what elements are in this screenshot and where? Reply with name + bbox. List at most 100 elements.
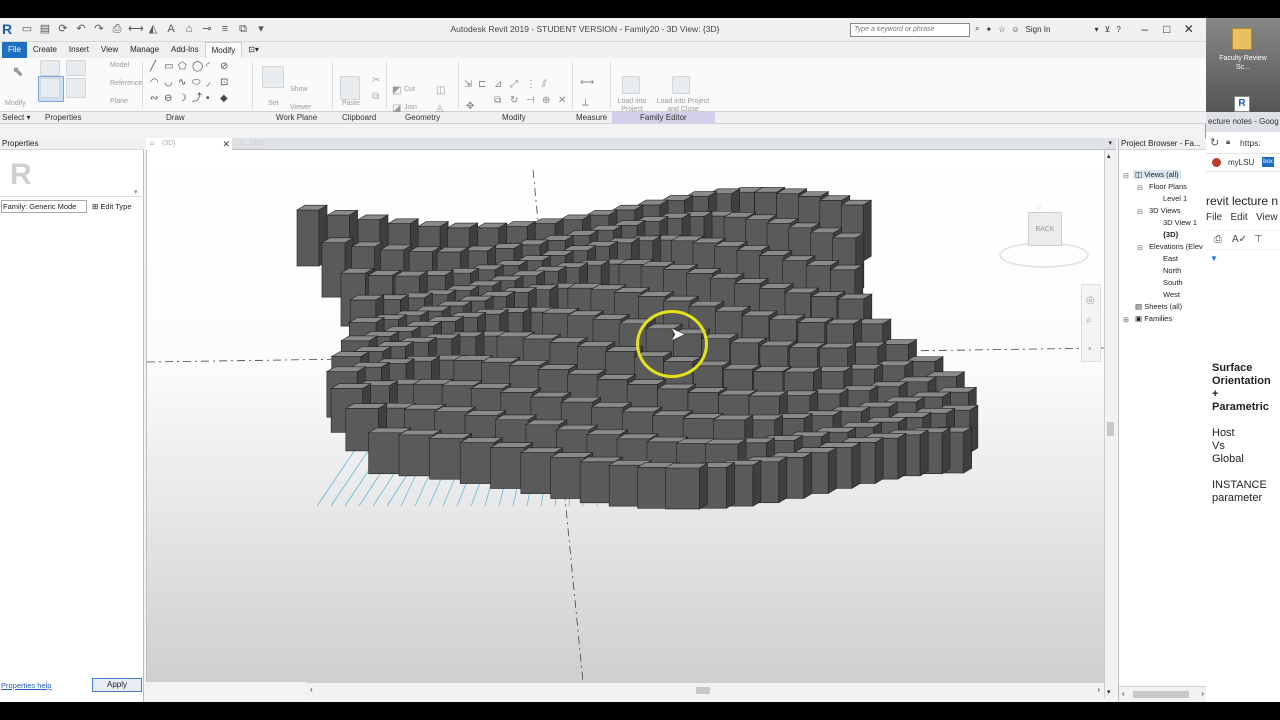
- circle-tool-icon[interactable]: ◯: [192, 62, 203, 72]
- subscription-icon[interactable]: ✦: [985, 25, 992, 34]
- arc3-tool-icon[interactable]: ◡: [164, 78, 173, 88]
- nav-dropdown-icon[interactable]: ▾: [1088, 345, 1092, 353]
- arc-tool-icon[interactable]: ◜: [206, 62, 210, 72]
- expand-views-icon[interactable]: ⊟: [1123, 172, 1129, 180]
- type-properties-button[interactable]: [40, 78, 60, 98]
- node-level-1[interactable]: Level 1: [1163, 194, 1187, 203]
- doc-menu-file[interactable]: File: [1206, 212, 1222, 223]
- revit-logo-icon[interactable]: R: [2, 21, 14, 37]
- reference-line-label[interactable]: Reference: [110, 80, 142, 87]
- scroll-right-icon[interactable]: ›: [1201, 689, 1204, 698]
- edit-type-button[interactable]: ⊞ Edit Type: [92, 200, 132, 213]
- thin-lines-icon[interactable]: ≡: [218, 23, 232, 36]
- paste-label[interactable]: Paste: [342, 100, 360, 107]
- section-icon[interactable]: ⊸: [200, 23, 214, 36]
- split-icon[interactable]: ⫽: [542, 80, 546, 90]
- node-south[interactable]: South: [1163, 278, 1183, 287]
- pin-icon[interactable]: ⊕: [542, 96, 550, 106]
- pick-line-icon[interactable]: ⊘: [220, 62, 228, 72]
- scroll-thumb[interactable]: [1107, 422, 1114, 436]
- node-3d-view-1[interactable]: 3D View 1: [1163, 218, 1197, 227]
- set-work-plane-button[interactable]: [262, 66, 284, 88]
- tab-3d-view-2[interactable]: ⌂ {3D}: [234, 138, 294, 150]
- spline-tool-icon[interactable]: ∿: [178, 78, 186, 88]
- undo-icon[interactable]: ↶: [74, 23, 88, 36]
- scroll-thumb[interactable]: [696, 687, 710, 694]
- fillet-tool-icon[interactable]: ◞: [206, 78, 210, 88]
- tab-modify[interactable]: Modify: [204, 42, 243, 58]
- cut-label[interactable]: Cut: [404, 86, 415, 93]
- viewcube-home-icon[interactable]: ⌂: [1037, 204, 1041, 211]
- pick-lines-icon[interactable]: ⤴: [192, 94, 202, 104]
- properties-help-link[interactable]: Properties help: [1, 681, 51, 690]
- help-search-input[interactable]: Type a keyword or phrase: [850, 23, 970, 37]
- tag-icon[interactable]: ◭: [146, 23, 160, 36]
- node-elevations[interactable]: Elevations (Elev: [1149, 242, 1203, 251]
- tab-add-ins[interactable]: Add-Ins: [165, 42, 205, 58]
- align-icon[interactable]: ⇲: [464, 80, 472, 90]
- split-face-icon[interactable]: ◫: [436, 86, 445, 96]
- node-3d-views[interactable]: 3D Views: [1149, 206, 1181, 215]
- rotate-icon[interactable]: ↻: [510, 96, 518, 106]
- expand-floor-plans-icon[interactable]: ⊟: [1137, 184, 1143, 192]
- 3d-view-canvas[interactable]: BACK ⌂ ◎ ⌕ ▾: [146, 150, 1104, 682]
- set-label[interactable]: Set: [268, 100, 279, 107]
- user-icon[interactable]: ☺: [1011, 25, 1019, 34]
- polygon-tool-icon[interactable]: ⬠: [178, 62, 187, 72]
- tab-create[interactable]: Create: [27, 42, 63, 58]
- open-icon[interactable]: ▭: [20, 23, 34, 36]
- 3d-view-icon[interactable]: ⌂: [182, 23, 196, 36]
- model-line-label[interactable]: Model: [110, 62, 129, 69]
- node-views-all[interactable]: ◫ Views (all): [1133, 170, 1181, 179]
- rectangle-tool-icon[interactable]: ▭: [164, 62, 173, 72]
- chrome-tab[interactable]: ecture notes - Goog: [1208, 117, 1279, 126]
- category-button[interactable]: [66, 60, 86, 76]
- scroll-thumb[interactable]: [1133, 691, 1189, 698]
- copy-clip-icon[interactable]: ⧉: [372, 92, 379, 102]
- mirror-axis-icon[interactable]: ⊿: [494, 80, 502, 90]
- node-north[interactable]: North: [1163, 266, 1181, 275]
- node-sheets[interactable]: ▤ Sheets (all): [1135, 302, 1182, 311]
- type-selector-dropdown-icon[interactable]: ▾: [134, 188, 138, 196]
- sign-in-link[interactable]: Sign In: [1026, 25, 1051, 34]
- url-text[interactable]: https:: [1240, 138, 1261, 148]
- properties-button[interactable]: [66, 78, 86, 98]
- model-geometry[interactable]: [147, 150, 1104, 682]
- arc2-tool-icon[interactable]: ◠: [150, 78, 159, 88]
- revit-file-icon[interactable]: R: [1234, 96, 1250, 112]
- measure-tool-icon[interactable]: ⟷: [580, 78, 594, 88]
- pick-face-icon[interactable]: ⊡: [220, 78, 228, 88]
- trim-icon[interactable]: ⊣: [526, 96, 535, 106]
- node-west[interactable]: West: [1163, 290, 1180, 299]
- cart-icon[interactable]: ⊻: [1104, 25, 1110, 34]
- modify-cursor-icon[interactable]: ⬉: [12, 64, 24, 78]
- binoculars-icon[interactable]: ⌕: [975, 24, 979, 34]
- tab-3d-view[interactable]: ⌂ {3D} ✕: [146, 138, 232, 150]
- ribbon-toggle-icon[interactable]: ⊡▾: [242, 42, 265, 58]
- tab-view[interactable]: View: [95, 42, 124, 58]
- scroll-right-icon[interactable]: ›: [1097, 685, 1100, 694]
- load-into-project-close-button[interactable]: [672, 76, 690, 94]
- minimize-icon[interactable]: –: [1137, 22, 1153, 36]
- node-floor-plans[interactable]: Floor Plans: [1149, 182, 1187, 191]
- folder-icon[interactable]: [1232, 28, 1252, 50]
- box-icon[interactable]: box: [1262, 157, 1274, 167]
- point-tool-icon[interactable]: •: [206, 94, 210, 104]
- sign-in-dropdown-icon[interactable]: ▾: [1094, 25, 1098, 34]
- print-icon[interactable]: ⎙: [110, 23, 124, 36]
- expand-elevations-icon[interactable]: ⊟: [1137, 244, 1143, 252]
- family-types-small-button[interactable]: [40, 60, 60, 76]
- scroll-up-icon[interactable]: ▴: [1107, 152, 1111, 160]
- close-icon[interactable]: ✕: [1181, 22, 1197, 36]
- pin-tool-icon[interactable]: ◆: [220, 94, 228, 104]
- save-icon[interactable]: ▤: [38, 23, 52, 36]
- customize-qat-icon[interactable]: ▾: [254, 23, 268, 36]
- print-icon[interactable]: ⎙: [1214, 234, 1222, 245]
- text-icon[interactable]: A: [164, 23, 178, 36]
- offset-icon[interactable]: ⊏: [478, 80, 486, 90]
- close-tab-icon[interactable]: ✕: [222, 138, 230, 150]
- partial-ellipse-icon[interactable]: ☽: [178, 94, 187, 104]
- bookmark-mylsu[interactable]: myLSU: [1228, 158, 1254, 167]
- delete-icon[interactable]: ✕: [558, 96, 566, 106]
- view-tabs-menu-icon[interactable]: ▾: [1108, 139, 1112, 147]
